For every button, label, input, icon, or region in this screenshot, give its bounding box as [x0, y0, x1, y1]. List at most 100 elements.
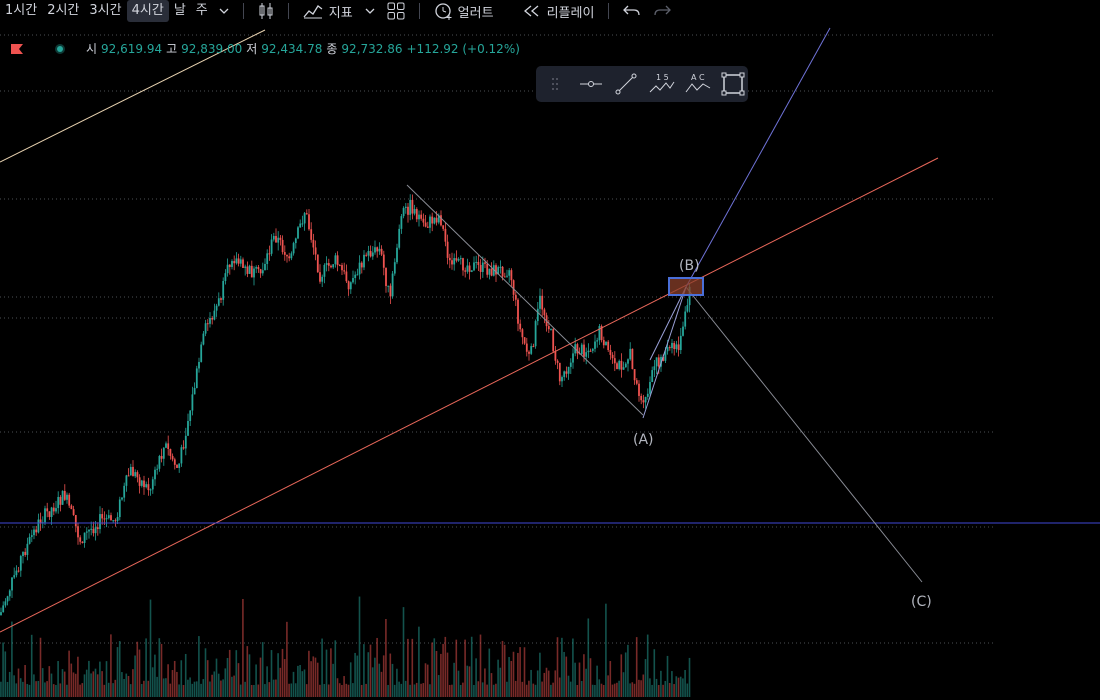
layout-dropdown[interactable]	[359, 0, 381, 22]
undo-button[interactable]	[617, 0, 647, 22]
volume-bar	[242, 598, 244, 697]
candle-body	[68, 494, 71, 506]
volume-bar	[422, 683, 425, 697]
wave-line-b-c[interactable]	[685, 286, 923, 583]
highlight-box[interactable]	[668, 277, 704, 296]
volume-bar	[382, 655, 385, 697]
chart-type-button[interactable]	[252, 0, 280, 22]
wave-label-c[interactable]: (C)	[911, 594, 932, 610]
wave-line-a-b[interactable]	[642, 286, 687, 419]
volume-bar	[17, 668, 20, 697]
timeframe-2h[interactable]: 2시간	[42, 0, 84, 22]
volume-bar	[173, 660, 176, 697]
volume-bar	[402, 607, 405, 697]
volume-bar	[74, 673, 77, 697]
volume-bar	[277, 653, 279, 697]
candle-body	[233, 261, 236, 264]
volume-bar	[281, 648, 284, 697]
timeframe-3h[interactable]: 3시간	[84, 0, 126, 22]
candle-body	[167, 443, 170, 450]
flag-icon[interactable]	[10, 43, 24, 55]
candle-body	[63, 490, 66, 500]
candle-body	[160, 456, 163, 459]
candle-body	[409, 199, 412, 215]
volume-bar	[660, 670, 662, 697]
volume-bar	[514, 680, 517, 697]
candle-body	[165, 443, 167, 448]
candle-body	[290, 253, 293, 259]
correction-wave-icon: A C	[685, 73, 710, 93]
trendline-red[interactable]	[0, 157, 939, 633]
channel-line-upper[interactable]	[406, 184, 644, 416]
timeframe-dropdown[interactable]	[213, 0, 235, 22]
wave-label-a[interactable]: (A)	[633, 432, 654, 448]
volume-bar	[563, 651, 565, 697]
candle-body	[35, 529, 38, 533]
candle-body	[220, 298, 222, 300]
candle-body	[277, 237, 280, 243]
volume-bar	[532, 683, 535, 697]
close-label: 종	[326, 42, 338, 56]
indicators-button[interactable]: 지표	[297, 0, 359, 22]
candle-body	[413, 209, 416, 214]
candle-body	[345, 271, 348, 282]
volume-bar	[352, 683, 354, 697]
volume-bar	[354, 652, 356, 697]
volume-bar	[44, 682, 46, 697]
volume-bar	[371, 667, 374, 697]
volume-bar	[143, 680, 145, 697]
volume-bar	[182, 684, 185, 697]
timeframe-week[interactable]: 주	[191, 0, 213, 22]
volume-bar	[239, 684, 242, 697]
price-chart[interactable]	[0, 22, 1100, 700]
volume-bar	[286, 621, 288, 697]
candle-body	[418, 214, 420, 220]
candle-body	[136, 472, 139, 478]
rewind-icon	[523, 5, 541, 17]
candle-body	[22, 551, 24, 557]
redo-button[interactable]	[647, 0, 677, 22]
correction-wave-tool[interactable]: A C	[683, 69, 713, 99]
candle-body	[479, 265, 482, 272]
timeframe-1h[interactable]: 1시간	[0, 0, 42, 22]
candle-body	[154, 469, 156, 480]
volume-bar	[244, 681, 246, 697]
volume-bar	[492, 684, 495, 697]
candle-body	[213, 310, 216, 320]
volume-bar	[134, 655, 136, 697]
volume-bar	[673, 684, 675, 697]
low-value: 92,434.78	[261, 41, 323, 56]
trendline-tool[interactable]	[611, 69, 641, 99]
redo-icon	[653, 4, 672, 18]
layout-button[interactable]	[381, 0, 411, 22]
volume-bar	[600, 683, 603, 697]
impulse-wave-tool[interactable]: 1 5	[647, 69, 677, 99]
candle-body	[255, 267, 258, 269]
replay-button[interactable]: 리플레이	[517, 0, 601, 22]
candle-body	[283, 252, 286, 255]
timeframe-day[interactable]: 날	[169, 0, 191, 22]
volume-bar	[539, 652, 541, 697]
wave-label-b[interactable]: (B)	[679, 258, 700, 274]
status-dot-icon	[54, 43, 66, 55]
candle-body	[532, 346, 535, 348]
volume-bar	[545, 667, 548, 697]
candle-body	[79, 537, 82, 542]
candle-body	[451, 260, 453, 265]
alert-button[interactable]: 얼러트	[428, 0, 500, 22]
volume-bar	[28, 684, 31, 697]
candle-body	[631, 348, 634, 370]
candle-body	[178, 463, 181, 468]
candle-body	[103, 518, 106, 520]
rectangle-tool[interactable]	[718, 69, 748, 99]
drag-handle[interactable]	[540, 69, 570, 99]
volume-bar	[640, 680, 642, 697]
candle-body	[431, 216, 434, 224]
horizontal-ray-tool[interactable]	[576, 69, 606, 99]
volume-bar	[651, 684, 653, 697]
candle-body	[396, 247, 398, 263]
timeframe-4h[interactable]: 4시간	[126, 0, 169, 22]
volume-bar	[451, 684, 453, 697]
volume-bar	[534, 684, 537, 697]
candle-body	[129, 466, 132, 476]
